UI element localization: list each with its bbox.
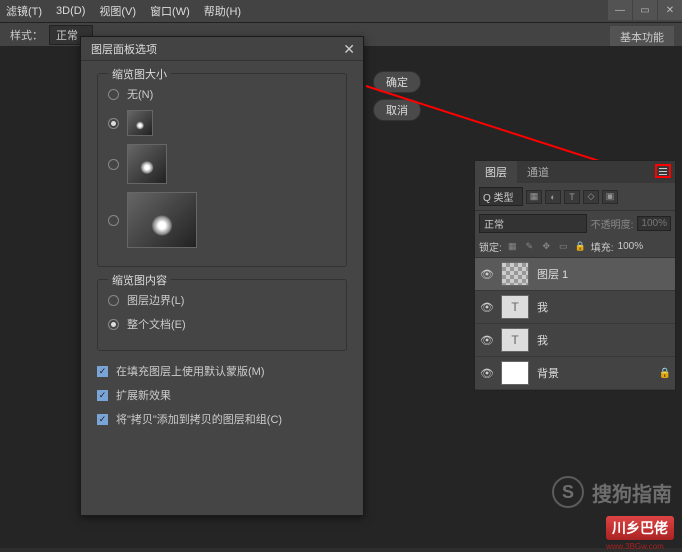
radio-label: 图层边界(L) (127, 292, 184, 308)
radio-label: 无(N) (127, 86, 153, 102)
radio-icon (108, 89, 119, 100)
panel-tabs: 图层 通道 (475, 161, 675, 183)
sogou-logo-icon: S (552, 476, 584, 508)
lock-pos-icon[interactable]: ✥ (540, 240, 553, 253)
watermark-sogou: S 搜狗指南 (552, 476, 672, 508)
thumb-large-option[interactable] (108, 192, 336, 248)
layer-name: 背景 (537, 365, 559, 381)
add-copy-checkbox[interactable]: ✓ 将"拷贝"添加到拷贝的图层和组(C) (97, 411, 347, 427)
menu-view[interactable]: 视图(V) (99, 3, 136, 19)
thumbnail-content-label: 缩览图内容 (108, 272, 171, 288)
layer-item[interactable]: 👁 图层 1 (475, 258, 675, 291)
dialog-close-icon[interactable]: ✕ (343, 41, 355, 58)
thumbnail-size-label: 缩览图大小 (108, 66, 171, 82)
watermark2-text: 川乡巴佬 (606, 516, 674, 540)
radio-icon (108, 118, 119, 129)
thumb-medium-option[interactable] (108, 144, 336, 184)
layer-filter-row: Q 类型 ▦ ◐ T ◇ ▣ (475, 183, 675, 211)
filter-smart-icon[interactable]: ▣ (602, 190, 618, 204)
lock-label: 锁定: (479, 239, 502, 254)
thumb-medium-preview (127, 144, 167, 184)
layer-thumbnail (501, 361, 529, 385)
layer-thumbnail (501, 262, 529, 286)
layer-name: 我 (537, 299, 548, 315)
layer-name: 我 (537, 332, 548, 348)
fill-value[interactable]: 100% (618, 241, 644, 252)
layer-item[interactable]: 👁 背景 🔒 (475, 357, 675, 390)
lock-trans-icon[interactable]: ▦ (506, 240, 519, 253)
thumbnail-content-group: 缩览图内容 图层边界(L) 整个文档(E) (97, 279, 347, 351)
radio-icon (108, 215, 119, 226)
expand-effects-checkbox[interactable]: ✓ 扩展新效果 (97, 387, 347, 403)
cancel-button[interactable]: 取消 (373, 99, 421, 121)
menu-3d[interactable]: 3D(D) (56, 5, 85, 17)
style-label: 样式： (10, 27, 43, 43)
opacity-label: 不透明度: (591, 216, 634, 231)
fill-label: 填充: (591, 239, 614, 254)
radio-label: 整个文档(E) (127, 316, 186, 332)
checkbox-icon: ✓ (97, 390, 108, 401)
lock-nest-icon[interactable]: ▭ (557, 240, 570, 253)
workspace-tab[interactable]: 基本功能 (610, 26, 674, 48)
lock-paint-icon[interactable]: ✎ (523, 240, 536, 253)
checkbox-label: 扩展新效果 (116, 387, 171, 403)
radio-icon (108, 295, 119, 306)
layer-list: 👁 图层 1 👁 T 我 👁 T 我 👁 背景 🔒 (475, 258, 675, 390)
menu-window[interactable]: 窗口(W) (150, 3, 190, 19)
watermark-text: 搜狗指南 (592, 478, 672, 507)
watermark-secondary: 川乡巴佬 www.3BGw.com (606, 516, 674, 552)
visibility-icon[interactable]: 👁 (479, 267, 495, 281)
checkbox-label: 在填充图层上使用默认蒙版(M) (116, 363, 265, 379)
window-controls: — ▭ ✕ (607, 0, 682, 20)
visibility-icon[interactable]: 👁 (479, 333, 495, 347)
maximize-button[interactable]: ▭ (633, 0, 657, 20)
text-layer-icon: T (501, 295, 529, 319)
lock-indicator-icon: 🔒 (659, 368, 671, 379)
tab-channels[interactable]: 通道 (517, 161, 559, 183)
radio-icon (108, 319, 119, 330)
filter-shape-icon[interactable]: ◇ (583, 190, 599, 204)
filter-pixel-icon[interactable]: ▦ (526, 190, 542, 204)
checkbox-icon: ✓ (97, 366, 108, 377)
menu-filter[interactable]: 滤镜(T) (6, 3, 42, 19)
dialog-title: 图层面板选项 (81, 37, 363, 61)
layers-panel: 图层 通道 Q 类型 ▦ ◐ T ◇ ▣ 正常 不透明度: 100% 锁定: ▦… (474, 160, 676, 391)
menubar: 滤镜(T) 3D(D) 视图(V) 窗口(W) 帮助(H) (0, 0, 682, 22)
layer-item[interactable]: 👁 T 我 (475, 291, 675, 324)
watermark2-url: www.3BGw.com (606, 542, 664, 551)
close-button[interactable]: ✕ (658, 0, 682, 20)
thumb-none-option[interactable]: 无(N) (108, 86, 336, 102)
thumb-small-option[interactable] (108, 110, 336, 136)
blend-mode-select[interactable]: 正常 (479, 214, 587, 233)
filter-text-icon[interactable]: T (564, 190, 580, 204)
filter-kind-select[interactable]: Q 类型 (479, 187, 523, 206)
tab-layers[interactable]: 图层 (475, 161, 517, 183)
lock-all-icon[interactable]: 🔒 (574, 240, 587, 253)
radio-icon (108, 159, 119, 170)
thumb-large-preview (127, 192, 197, 248)
menu-help[interactable]: 帮助(H) (204, 3, 241, 19)
layer-name: 图层 1 (537, 266, 568, 282)
panel-menu-icon[interactable] (655, 164, 671, 178)
minimize-button[interactable]: — (608, 0, 632, 20)
layer-bounds-option[interactable]: 图层边界(L) (108, 292, 336, 308)
thumb-small-preview (127, 110, 153, 136)
opacity-value[interactable]: 100% (637, 216, 671, 231)
layer-item[interactable]: 👁 T 我 (475, 324, 675, 357)
visibility-icon[interactable]: 👁 (479, 366, 495, 380)
filter-adjust-icon[interactable]: ◐ (545, 190, 561, 204)
layer-panel-options-dialog: 图层面板选项 ✕ 确定 取消 缩览图大小 无(N) 缩览图内容 (80, 36, 364, 516)
thumbnail-size-group: 缩览图大小 无(N) (97, 73, 347, 267)
text-layer-icon: T (501, 328, 529, 352)
checkbox-label: 将"拷贝"添加到拷贝的图层和组(C) (116, 411, 282, 427)
ok-button[interactable]: 确定 (373, 71, 421, 93)
checkbox-icon: ✓ (97, 414, 108, 425)
default-mask-checkbox[interactable]: ✓ 在填充图层上使用默认蒙版(M) (97, 363, 347, 379)
visibility-icon[interactable]: 👁 (479, 300, 495, 314)
entire-document-option[interactable]: 整个文档(E) (108, 316, 336, 332)
